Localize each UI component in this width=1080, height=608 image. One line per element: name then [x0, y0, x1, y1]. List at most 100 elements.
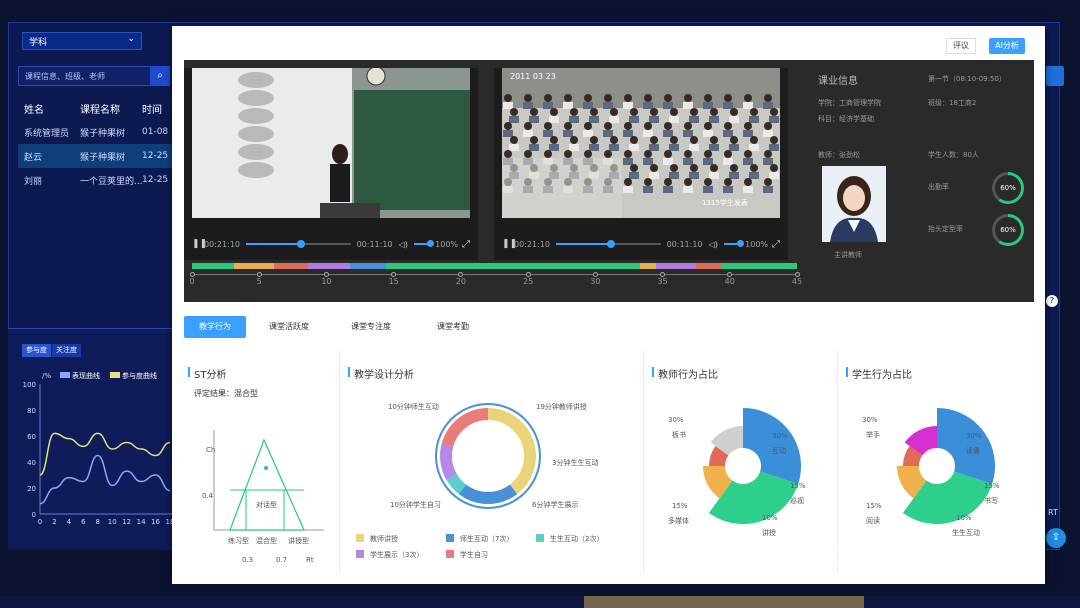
student-slice-pct: 30%: [966, 432, 982, 440]
tab-activity[interactable]: 课堂活跃度: [258, 316, 320, 338]
table-cell: 赵云: [24, 152, 43, 163]
student-slice-label: 书写: [984, 497, 998, 505]
search-button[interactable]: ⌕: [150, 66, 170, 86]
column-header: 时间: [142, 104, 162, 116]
video-area: ❚❚ 00:21:10 00:11:10 ◁) 100% ⤢ 2011 03 2…: [184, 60, 1034, 302]
st-rt-label: Rt: [306, 556, 314, 564]
y-tick-label: 80: [27, 407, 36, 415]
legend-item: 生生互动（2次）: [536, 534, 603, 544]
teacher-video-frame: [192, 68, 470, 218]
st-ch-tick: 0.4: [202, 492, 214, 500]
volume-slider[interactable]: [414, 240, 435, 247]
design-label: 6分钟学生展示: [532, 501, 579, 509]
x-tick-label: 8: [96, 518, 100, 526]
pause-icon[interactable]: ❚❚: [502, 239, 517, 249]
y-tick-label: 20: [27, 485, 36, 493]
series-line: [39, 454, 171, 505]
ai-analysis-button[interactable]: AI分析: [989, 38, 1025, 54]
curve-chart: 0204060801000 2 4 6 8 10 12 14 16 18/% 表现曲线 参与度曲线: [23, 371, 176, 526]
evaluate-button[interactable]: 评议: [946, 38, 976, 54]
teacher-caption: 主讲教师: [834, 251, 862, 259]
design-label: 10分钟学生自习: [390, 501, 441, 509]
duration: 00:11:10: [356, 239, 393, 249]
upload-icon[interactable]: ⇪: [1046, 528, 1066, 548]
student-slice-label: 阅读: [866, 517, 880, 525]
behavior-timeline[interactable]: [192, 263, 797, 269]
teacher-slice-label: 板书: [672, 431, 686, 439]
table-cell: 刘丽: [24, 176, 43, 187]
table-cell: 系统管理员: [24, 128, 70, 139]
st-result: 评定结果：混合型: [194, 389, 258, 398]
chevron-down-icon: ⌄: [127, 34, 135, 44]
legend-label: 表现曲线: [72, 371, 100, 380]
fullscreen-icon[interactable]: ⤢: [772, 239, 780, 250]
pause-icon[interactable]: ❚❚: [192, 239, 207, 249]
lesson-period: 第一节（08:10-09:50）: [928, 75, 1006, 83]
search-input[interactable]: 课程信息、班级、老师: [18, 66, 152, 86]
volume-slider[interactable]: [724, 240, 745, 247]
volume-value: 100%: [435, 239, 459, 249]
column-header: 姓名: [24, 104, 44, 116]
teacher-video[interactable]: ❚❚ 00:21:10 00:11:10 ◁) 100% ⤢: [184, 68, 478, 260]
lesson-teacher: 教师：张劲松: [818, 151, 860, 159]
subject-select[interactable]: 学科 ⌄: [22, 32, 142, 50]
design-donut-chart: [435, 403, 541, 509]
volume-icon[interactable]: ◁): [709, 240, 720, 249]
teacher-slice-label: 多媒体: [668, 517, 689, 525]
timeline-tick: 30: [585, 272, 605, 286]
volume-icon[interactable]: ◁): [399, 240, 410, 249]
student-slice-label: 举手: [866, 431, 880, 439]
x-tick-label: 0: [38, 518, 42, 526]
attention-value: 60%: [995, 217, 1021, 243]
teacher-slice-label: 巡视: [790, 497, 804, 505]
teacher-slice-pct: 10%: [762, 514, 778, 522]
watermark-text: 苏师YangTeam: [852, 542, 992, 566]
tab-focus[interactable]: 课堂专注度: [340, 316, 402, 338]
subject-select-value: 学科: [29, 38, 48, 48]
teacher-avatar: [822, 166, 886, 242]
student-slice-label: 生生互动: [952, 529, 980, 537]
x-tick-label: 14: [137, 518, 146, 526]
timeline-tick: 10: [316, 272, 336, 286]
st-region-mixed: 混合型: [256, 537, 277, 545]
design-label: 10分钟师生互动: [388, 403, 439, 411]
st-triangle-chart: [213, 430, 324, 531]
x-tick-label: 10: [108, 518, 117, 526]
timeline-tick: 35: [653, 272, 673, 286]
x-tick-label: 2: [52, 518, 56, 526]
table-row[interactable]: 系统管理员 猴子种果树 01-08: [18, 120, 173, 144]
student-behavior-title: 学生行为占比: [846, 366, 912, 381]
table-cell: 12-25: [142, 175, 169, 185]
design-title: 教学设计分析: [348, 366, 414, 381]
legend-item: 教师讲授: [356, 534, 398, 544]
fullscreen-icon[interactable]: ⤢: [462, 239, 470, 250]
timeline-tick: 20: [451, 272, 471, 286]
seek-bar[interactable]: [246, 240, 351, 248]
column-header: 课程名称: [80, 104, 120, 116]
donut-slice: [488, 408, 536, 495]
st-title: ST分析: [187, 366, 226, 381]
video-caption: 1315学生发表: [702, 199, 748, 207]
current-time: 00:21:10: [204, 239, 240, 249]
timeline-tick: 15: [384, 272, 404, 286]
tab-attention[interactable]: 关注度: [52, 344, 81, 357]
table-row[interactable]: 赵云 猴子种果树 12-25: [18, 144, 173, 168]
right-action-button[interactable]: [1046, 66, 1064, 86]
tab-teaching-behavior[interactable]: 教学行为: [184, 316, 246, 338]
video-timestamp: 2011 03 23: [510, 72, 556, 81]
y-axis-label: /%: [42, 372, 51, 380]
tab-attendance[interactable]: 课堂考勤: [422, 316, 484, 338]
right-label: RT: [1048, 508, 1058, 517]
help-icon[interactable]: ?: [1046, 295, 1058, 307]
tab-participation[interactable]: 参与度: [22, 344, 51, 357]
classroom-video[interactable]: 2011 03 23 1315学生发表 ❚❚ 00:21:10 00:11:10…: [494, 68, 788, 260]
seek-bar[interactable]: [556, 240, 661, 248]
timeline-tick: 25: [518, 272, 538, 286]
table-cell: 01-08: [142, 127, 169, 137]
teacher-behavior-chart: [703, 408, 801, 524]
modal-toolbar: 评议 AI分析: [172, 26, 1045, 60]
duration: 00:11:10: [666, 239, 703, 249]
table-row[interactable]: 刘丽 一个豆荚里的... 12-25: [18, 168, 173, 192]
design-label: 19分钟教师讲授: [536, 403, 587, 411]
table-cell: 猴子种果树: [80, 128, 126, 139]
